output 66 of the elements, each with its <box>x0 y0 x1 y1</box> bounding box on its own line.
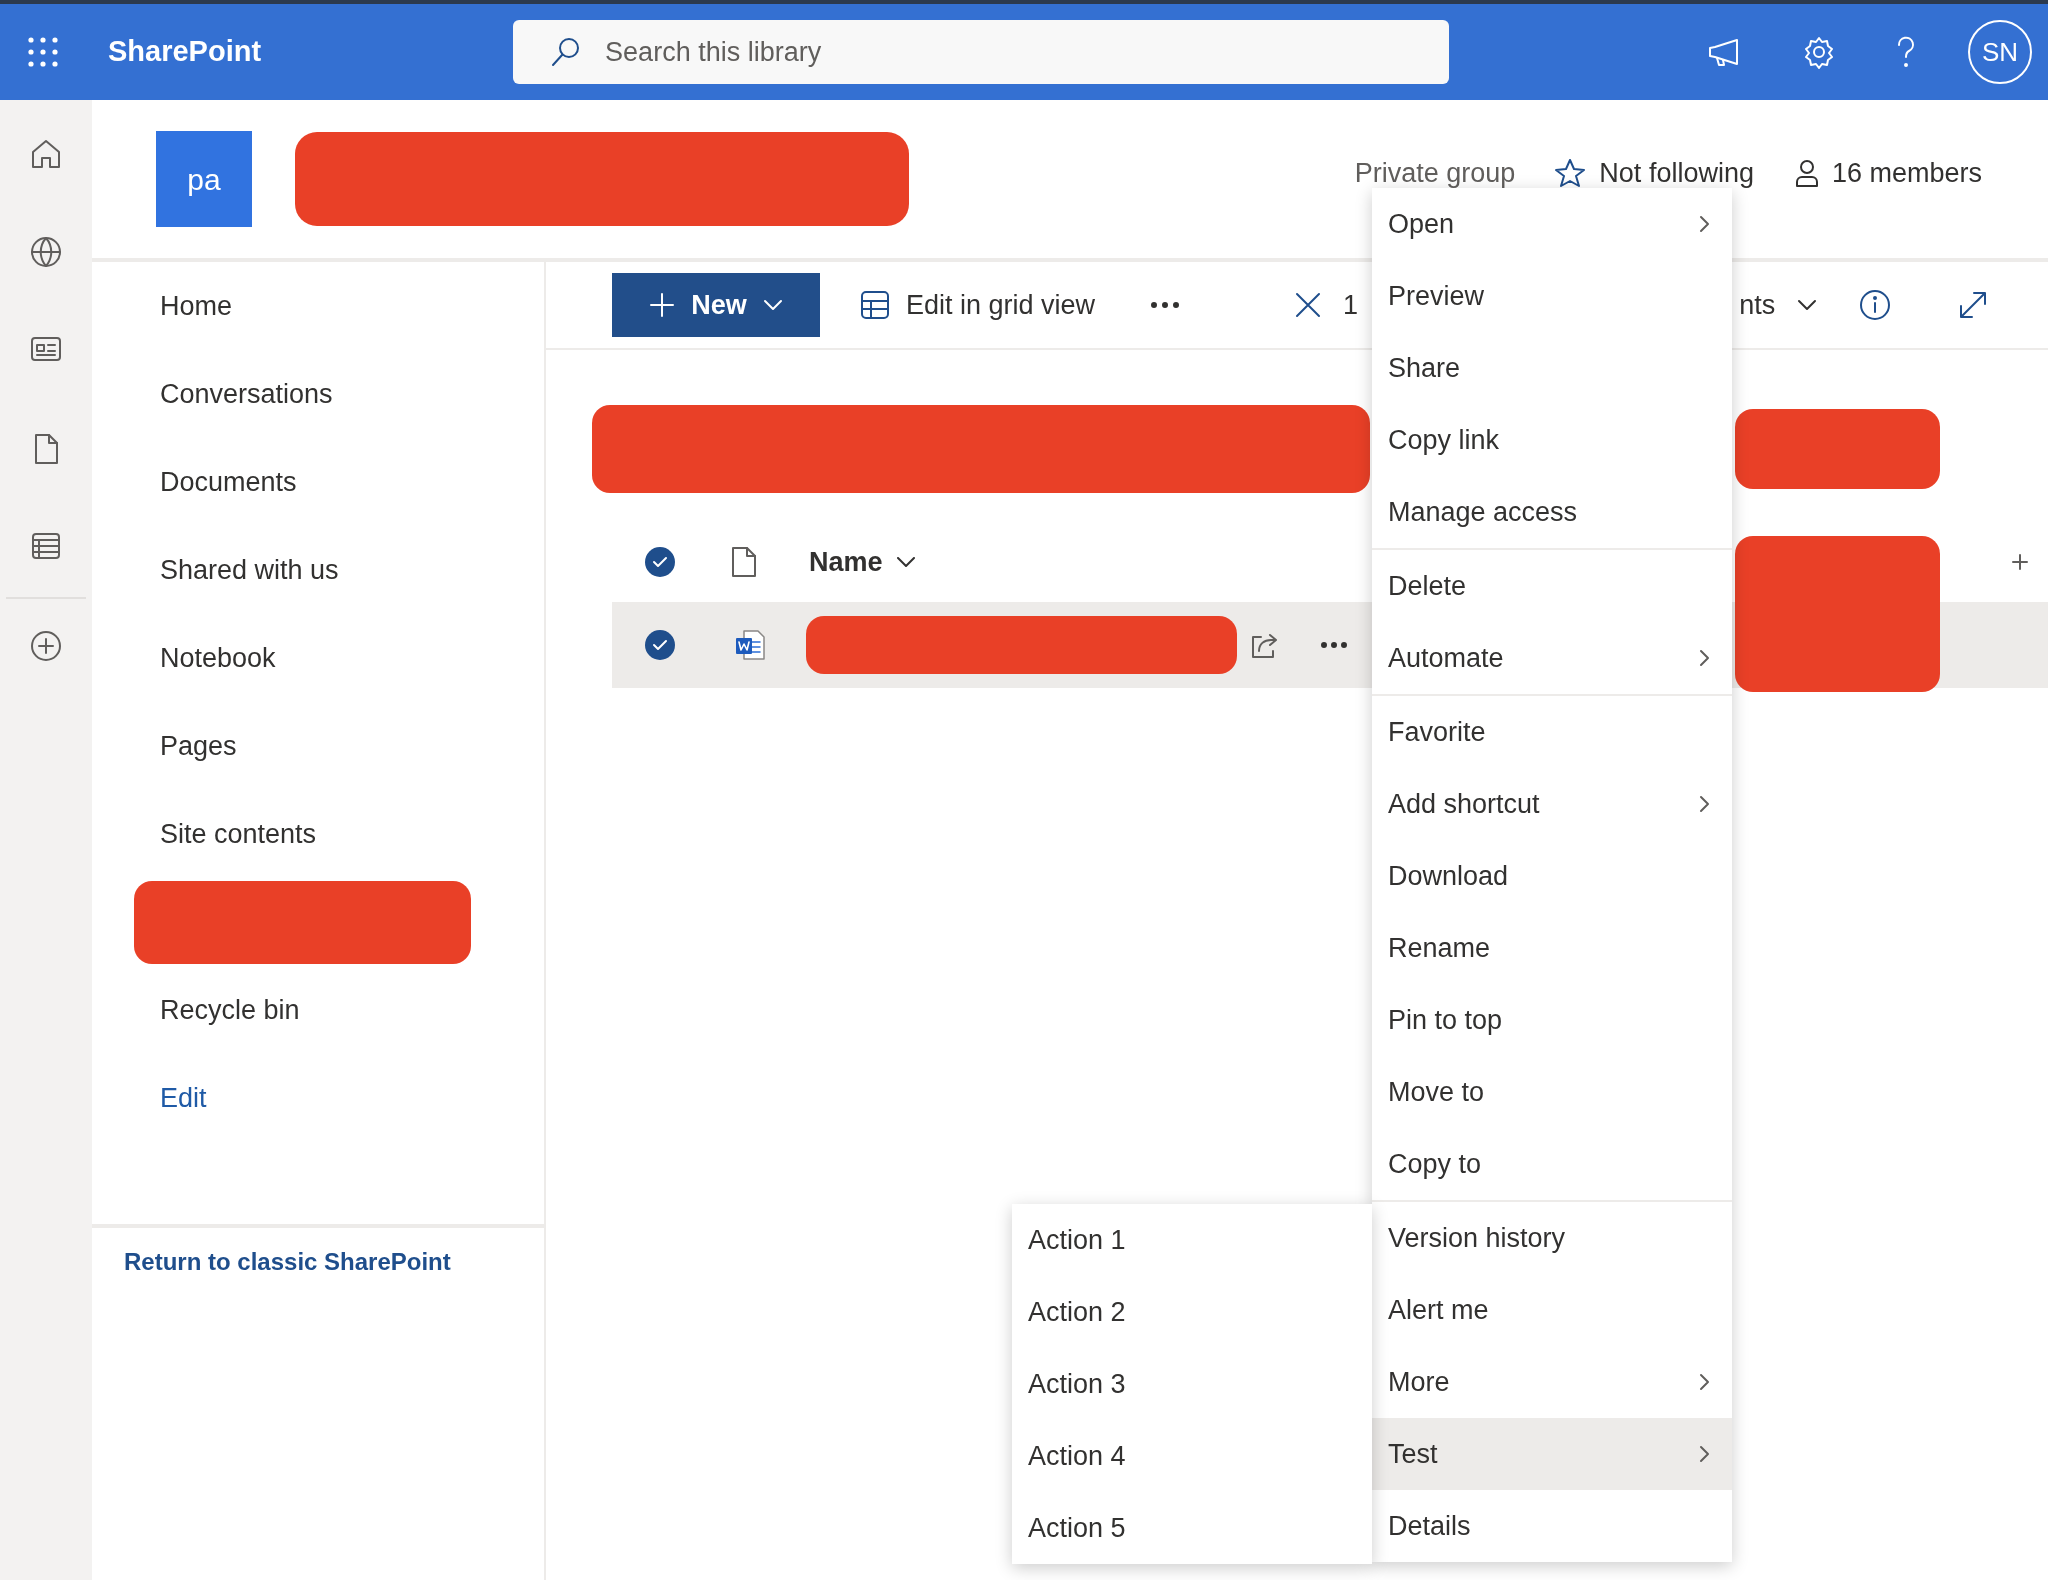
new-button[interactable]: New <box>612 273 820 337</box>
nav-link[interactable]: Recycle bin <box>160 989 300 1031</box>
menu-item[interactable]: Pin to top <box>1372 984 1732 1056</box>
menu-item[interactable]: Delete <box>1372 550 1732 622</box>
menu-item[interactable]: Move to <box>1372 1056 1732 1128</box>
members-button[interactable]: 16 members <box>1793 152 1982 194</box>
grid-icon <box>860 290 890 320</box>
menu-item[interactable]: Copy to <box>1372 1128 1732 1200</box>
avatar-button[interactable]: SN <box>1968 20 2032 84</box>
plus-icon <box>649 292 676 318</box>
nav-link[interactable]: Notebook <box>160 637 276 679</box>
menu-item[interactable]: Share <box>1372 332 1732 404</box>
info-icon[interactable] <box>1859 289 1892 321</box>
file-icon <box>731 546 757 578</box>
nav-link[interactable]: Conversations <box>160 373 333 415</box>
view-button[interactable]: nts <box>1739 284 1818 326</box>
menu-item[interactable]: Alert me <box>1372 1274 1732 1346</box>
menu-item[interactable]: Action 5 <box>1012 1492 1372 1564</box>
chevron-down-icon <box>896 557 915 567</box>
menu-item[interactable]: Preview <box>1372 260 1732 332</box>
add-icon[interactable] <box>29 629 63 663</box>
menu-item[interactable]: Rename <box>1372 912 1732 984</box>
menu-item[interactable]: Automate <box>1372 622 1732 694</box>
chevron-down-icon <box>1797 299 1818 311</box>
menu-item[interactable]: Details <box>1372 1490 1732 1562</box>
search-field[interactable]: Search this library <box>513 20 1450 84</box>
app-launcher-icon[interactable] <box>27 36 59 68</box>
nav-link[interactable]: Documents <box>160 461 297 503</box>
menu-item[interactable]: Test <box>1372 1418 1732 1490</box>
menu-item[interactable]: Open <box>1372 188 1732 260</box>
menu-item[interactable]: Download <box>1372 840 1732 912</box>
site-logo[interactable]: pa <box>156 131 252 227</box>
grid-view-button[interactable]: Edit in grid view <box>860 284 1096 326</box>
edit-link[interactable]: Edit <box>160 1077 207 1119</box>
check-circle-icon[interactable] <box>644 546 676 578</box>
menu-item[interactable]: Action 1 <box>1012 1204 1372 1276</box>
plus-icon[interactable] <box>2012 554 2028 570</box>
globe-icon[interactable] <box>29 235 63 269</box>
person-icon <box>1793 158 1820 188</box>
menu-item[interactable]: Action 2 <box>1012 1276 1372 1348</box>
nav-link[interactable]: Home <box>160 285 233 327</box>
nav-link[interactable]: Shared with us <box>160 549 339 591</box>
close-icon <box>1295 292 1322 318</box>
menu-item[interactable]: Action 4 <box>1012 1420 1372 1492</box>
check-circle-icon[interactable] <box>644 629 676 661</box>
more-icon[interactable] <box>1150 301 1181 309</box>
menu-item[interactable]: Manage access <box>1372 476 1732 548</box>
nav-link[interactable]: Pages <box>160 725 237 767</box>
name-column-header[interactable]: Name <box>809 541 915 583</box>
privacy-label: Private group <box>1354 156 1516 190</box>
clear-selection-button[interactable]: 1 <box>1295 284 1359 326</box>
chevron-down-icon <box>762 299 783 311</box>
settings-icon[interactable] <box>1802 35 1836 69</box>
share-icon[interactable] <box>1249 631 1279 659</box>
classic-link[interactable]: Return to classic SharePoint <box>124 1244 451 1280</box>
menu-item[interactable]: Add shortcut <box>1372 768 1732 840</box>
app-title[interactable]: SharePoint <box>108 30 262 74</box>
menu-item[interactable]: More <box>1372 1346 1732 1418</box>
menu-item[interactable]: Copy link <box>1372 404 1732 476</box>
word-file-icon <box>734 627 768 663</box>
menu-item[interactable]: Action 3 <box>1012 1348 1372 1420</box>
more-icon[interactable] <box>1321 642 1347 648</box>
menu-item[interactable]: Version history <box>1372 1202 1732 1274</box>
menu-item[interactable]: Favorite <box>1372 696 1732 768</box>
nav-link[interactable]: Site contents <box>160 813 317 855</box>
home-icon[interactable] <box>29 137 63 171</box>
